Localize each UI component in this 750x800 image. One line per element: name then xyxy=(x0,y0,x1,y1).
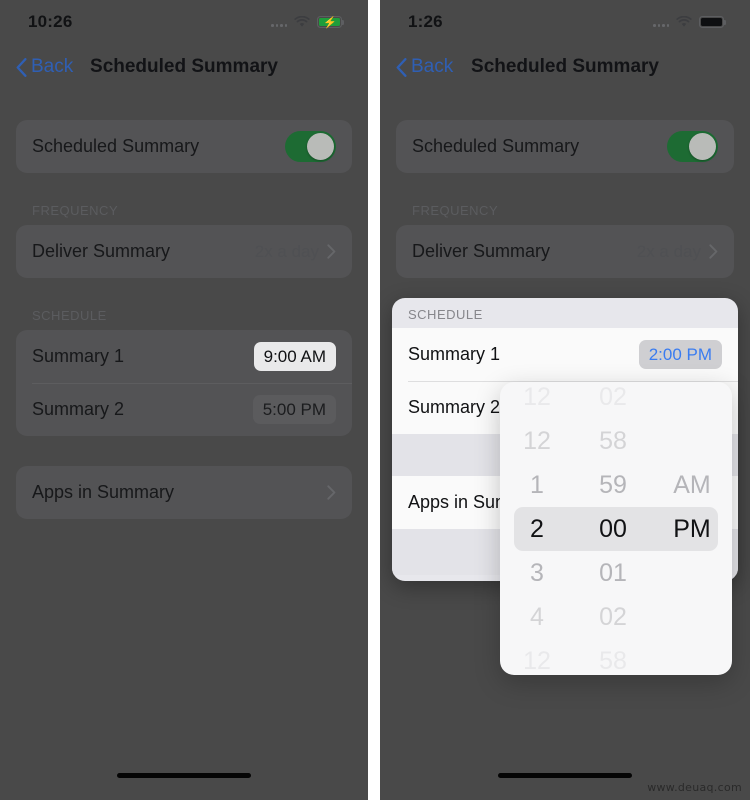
phone-panel-left: 10:26 ⚡ Back Scheduled Summary Scheduled… xyxy=(0,0,368,800)
chevron-right-icon xyxy=(327,485,336,500)
settings-content: Scheduled Summary FREQUENCY Deliver Summ… xyxy=(380,90,750,278)
minute-option[interactable]: 02 xyxy=(574,595,652,639)
summary-2-label: Summary 2 xyxy=(32,399,125,419)
schedule-section-header: SCHEDULE xyxy=(408,307,483,322)
screenshot-stage: 10:26 ⚡ Back Scheduled Summary Scheduled… xyxy=(0,0,750,800)
meridiem-option[interactable]: AM xyxy=(652,463,732,507)
home-indicator xyxy=(117,773,251,778)
wifi-icon xyxy=(676,16,692,28)
meridiem-blank xyxy=(652,382,732,419)
summary-1-row[interactable]: Summary 1 2:00 PM xyxy=(392,328,738,381)
apps-in-summary-label: Apps in Sum xyxy=(408,492,511,512)
deliver-summary-row[interactable]: Deliver Summary 2x a day xyxy=(396,225,734,278)
status-bar: 1:26 xyxy=(380,0,750,44)
hour-option[interactable]: 1 xyxy=(500,463,574,507)
hour-option[interactable]: 12 xyxy=(500,382,574,419)
deliver-summary-value: 2x a day xyxy=(636,241,701,261)
meridiem-wheel[interactable]: AM PM xyxy=(652,382,732,675)
minute-option[interactable]: 59 xyxy=(574,463,652,507)
deliver-summary-value-group: 2x a day xyxy=(637,242,718,262)
deliver-summary-value-group: 2x a day xyxy=(255,242,336,262)
chevron-right-icon xyxy=(709,244,718,259)
picker-inner: 12 12 1 2 3 4 12 02 58 59 00 01 02 58 AM… xyxy=(500,382,732,675)
signal-dots-icon xyxy=(653,18,669,27)
picker-wheels: 12 12 1 2 3 4 12 02 58 59 00 01 02 58 AM… xyxy=(500,382,732,675)
minute-option-selected[interactable]: 00 xyxy=(574,507,652,551)
scheduled-summary-card: Scheduled Summary xyxy=(396,120,734,173)
settings-content: Scheduled Summary FREQUENCY Deliver Summ… xyxy=(0,90,368,519)
minute-option[interactable]: 01 xyxy=(574,551,652,595)
signal-dots-icon xyxy=(271,18,287,27)
back-button[interactable]: Back xyxy=(396,56,453,78)
status-time: 1:26 xyxy=(408,12,443,31)
frequency-section-header: FREQUENCY xyxy=(412,203,499,218)
scheduled-summary-toggle-row[interactable]: Scheduled Summary xyxy=(16,120,352,173)
status-indicators xyxy=(653,16,727,28)
summary-2-time-button[interactable]: 5:00 PM xyxy=(252,395,336,424)
meridiem-option-selected[interactable]: PM xyxy=(652,507,732,551)
hour-option[interactable]: 12 xyxy=(500,639,574,676)
deliver-summary-row[interactable]: Deliver Summary 2x a day xyxy=(16,225,352,278)
status-time: 10:26 xyxy=(28,12,73,31)
navigation-bar: Back Scheduled Summary xyxy=(0,44,368,90)
scheduled-summary-switch[interactable] xyxy=(285,131,336,162)
summary-2-row[interactable]: Summary 2 5:00 PM xyxy=(16,383,352,436)
deliver-summary-label: Deliver Summary xyxy=(32,241,171,261)
minute-option[interactable]: 02 xyxy=(574,382,652,419)
scheduled-summary-label: Scheduled Summary xyxy=(412,136,580,156)
summary-1-time-button[interactable]: 9:00 AM xyxy=(253,342,336,371)
frequency-section-header: FREQUENCY xyxy=(32,203,119,218)
minute-option[interactable]: 58 xyxy=(574,639,652,676)
home-indicator xyxy=(498,773,632,778)
switch-knob xyxy=(307,133,334,160)
chevron-left-icon xyxy=(396,57,407,77)
scheduled-summary-toggle-row[interactable]: Scheduled Summary xyxy=(396,120,734,173)
chevron-right-icon xyxy=(327,244,336,259)
minute-wheel[interactable]: 02 58 59 00 01 02 58 xyxy=(574,382,652,675)
hour-option[interactable]: 12 xyxy=(500,419,574,463)
chevron-left-icon xyxy=(16,57,27,77)
watermark: www.deuaq.com xyxy=(647,781,742,794)
meridiem-blank xyxy=(652,595,732,639)
back-button[interactable]: Back xyxy=(16,56,73,78)
wifi-icon xyxy=(294,16,310,28)
time-picker[interactable]: 12 12 1 2 3 4 12 02 58 59 00 01 02 58 AM… xyxy=(500,382,732,675)
apps-in-summary-card: Apps in Summary xyxy=(16,466,352,519)
hour-option[interactable]: 3 xyxy=(500,551,574,595)
summary-1-label: Summary 1 xyxy=(32,346,125,366)
hour-option-selected[interactable]: 2 xyxy=(500,507,574,551)
summary-2-label: Summary 2 xyxy=(408,397,501,417)
schedule-popover-wrapper: SCHEDULE Summary 1 2:00 PM Summary 2 App… xyxy=(392,298,738,675)
summary-1-label: Summary 1 xyxy=(408,344,501,364)
frequency-card: Deliver Summary 2x a day xyxy=(16,225,352,278)
frequency-card: Deliver Summary 2x a day xyxy=(396,225,734,278)
schedule-card: Summary 1 9:00 AM Summary 2 5:00 PM xyxy=(16,330,352,436)
minute-option[interactable]: 58 xyxy=(574,419,652,463)
summary-1-row[interactable]: Summary 1 9:00 AM xyxy=(16,330,352,383)
back-label: Back xyxy=(411,56,454,77)
back-label: Back xyxy=(31,56,74,77)
battery-full-icon xyxy=(699,16,727,28)
status-indicators: ⚡ xyxy=(271,16,345,29)
scheduled-summary-card: Scheduled Summary xyxy=(16,120,352,173)
schedule-section-header: SCHEDULE xyxy=(32,308,107,323)
battery-charging-icon: ⚡ xyxy=(317,16,345,29)
switch-knob xyxy=(689,133,716,160)
scheduled-summary-label: Scheduled Summary xyxy=(32,136,200,156)
apps-in-summary-row[interactable]: Apps in Summary xyxy=(16,466,352,519)
phone-panel-right: 1:26 Back Scheduled Summary Scheduled Su… xyxy=(380,0,750,800)
hour-wheel[interactable]: 12 12 1 2 3 4 12 xyxy=(500,382,574,675)
hour-option[interactable]: 4 xyxy=(500,595,574,639)
navigation-bar: Back Scheduled Summary xyxy=(380,44,750,90)
summary-1-time-button[interactable]: 2:00 PM xyxy=(638,340,722,369)
meridiem-blank xyxy=(652,551,732,595)
deliver-summary-value: 2x a day xyxy=(254,241,319,261)
apps-in-summary-label: Apps in Summary xyxy=(32,482,175,502)
deliver-summary-label: Deliver Summary xyxy=(412,241,551,261)
meridiem-blank xyxy=(652,419,732,463)
meridiem-blank xyxy=(652,639,732,676)
status-bar: 10:26 ⚡ xyxy=(0,0,368,44)
scheduled-summary-switch[interactable] xyxy=(667,131,718,162)
